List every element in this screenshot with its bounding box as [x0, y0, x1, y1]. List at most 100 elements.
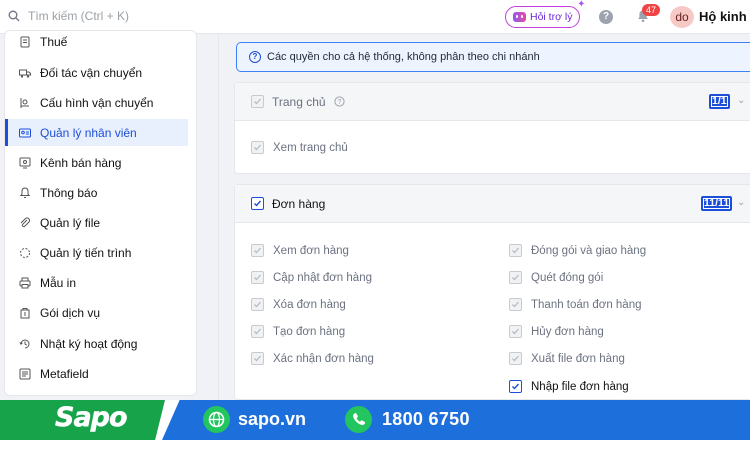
- permission-checkbox[interactable]: [509, 380, 522, 393]
- permission-group-home: Trang chủ ? 1/1 ⌄ Xem trang chủ: [234, 82, 750, 174]
- info-banner-text: Các quyền cho cả hệ thống, không phân th…: [267, 51, 540, 63]
- permission-label: Xuất file đơn hàng: [531, 352, 625, 365]
- permission-label: Xem đơn hàng: [273, 244, 349, 257]
- history-icon: [19, 338, 31, 350]
- permission-label: Nhập file đơn hàng: [531, 380, 629, 393]
- storefront-icon: [19, 157, 31, 169]
- sidebar-item-file-management[interactable]: Quản lý file: [5, 209, 188, 236]
- package-icon: [19, 307, 31, 319]
- sidebar-item-shipping-config[interactable]: Cấu hình vận chuyển: [5, 89, 188, 116]
- brand-footer-banner: Sapo sapo.vn 1800 6750: [0, 400, 750, 450]
- question-circle-icon: ?: [333, 96, 345, 107]
- phone-icon: [345, 406, 372, 433]
- permission-checkbox[interactable]: [509, 325, 522, 338]
- notification-count-badge: 47: [642, 4, 661, 16]
- permission-group-header[interactable]: Đơn hàng 11/11 ⌄: [235, 185, 750, 223]
- help-icon[interactable]: ?: [599, 10, 613, 24]
- permission-checkbox[interactable]: [509, 271, 522, 284]
- svg-text:?: ?: [337, 99, 341, 106]
- user-name[interactable]: Hộ kinh d: [699, 9, 750, 24]
- permission-group-orders: Đơn hàng 11/11 ⌄ Xem đơn hàng Cập nhật đ…: [234, 184, 750, 400]
- permission-item[interactable]: Xóa đơn hàng: [251, 298, 346, 311]
- permission-item[interactable]: Thanh toán đơn hàng: [509, 298, 642, 311]
- spinner-icon: [19, 247, 31, 259]
- permission-count-badge: 11/11: [701, 196, 733, 211]
- sidebar-item-label: Gói dịch vụ: [40, 305, 101, 320]
- permission-label: Hủy đơn hàng: [531, 325, 604, 338]
- sidebar-item-tax[interactable]: Thuế: [5, 31, 188, 55]
- permission-label: Xác nhận đơn hàng: [273, 352, 374, 365]
- permission-checkbox[interactable]: [251, 141, 264, 154]
- question-circle-icon: ?: [249, 51, 261, 63]
- sidebar-item-activity-log[interactable]: Nhật ký hoạt động: [5, 330, 188, 357]
- permission-item[interactable]: Xem đơn hàng: [251, 244, 349, 257]
- permission-item[interactable]: Đóng gói và giao hàng: [509, 244, 646, 257]
- permission-label: Xóa đơn hàng: [273, 298, 346, 311]
- search-icon: [8, 10, 20, 22]
- sidebar-item-label: Đối tác vận chuyển: [40, 65, 143, 80]
- permission-item[interactable]: Xác nhận đơn hàng: [251, 352, 374, 365]
- permission-group-header[interactable]: Trang chủ ? 1/1 ⌄: [235, 83, 750, 121]
- chevron-down-icon[interactable]: ⌄: [737, 95, 745, 106]
- permission-item[interactable]: Cập nhật đơn hàng: [251, 271, 372, 284]
- sapo-logo: Sapo: [55, 402, 128, 434]
- printer-icon: [19, 277, 31, 289]
- sidebar-item-label: Quản lý file: [40, 215, 101, 230]
- permission-checkbox[interactable]: [509, 298, 522, 311]
- truck-icon: [19, 67, 31, 79]
- ai-assistant-label: Hỏi trợ lý: [530, 11, 573, 23]
- permission-count-badge: 1/1: [709, 94, 730, 109]
- permission-group-title: Trang chủ: [272, 94, 326, 109]
- permission-group-title: Đơn hàng: [272, 196, 326, 211]
- permission-label: Cập nhật đơn hàng: [273, 271, 372, 284]
- sidebar-item-label: Mẫu in: [40, 275, 77, 290]
- sidebar-item-print-templates[interactable]: Mẫu in: [5, 269, 188, 296]
- settings-sidebar: Thuế Đối tác vận chuyển Cấu hình vận chu…: [4, 30, 197, 396]
- globe-icon: [203, 406, 230, 433]
- permission-item[interactable]: Xuất file đơn hàng: [509, 352, 625, 365]
- sidebar-item-label: Kênh bán hàng: [40, 155, 122, 170]
- bell-icon: [19, 186, 31, 199]
- permission-checkbox[interactable]: [251, 271, 264, 284]
- sidebar-item-staff-management[interactable]: Quản lý nhân viên: [5, 119, 188, 146]
- permission-checkbox[interactable]: [251, 244, 264, 257]
- top-bar: Tìm kiếm (Ctrl + K) Hỏi trợ lý ✦ ? 47 do…: [0, 0, 750, 34]
- sidebar-item-label: Quản lý tiến trình: [40, 245, 132, 260]
- permission-item[interactable]: Hủy đơn hàng: [509, 325, 604, 338]
- chevron-down-icon[interactable]: ⌄: [737, 197, 745, 208]
- avatar[interactable]: do: [670, 6, 694, 28]
- permission-checkbox[interactable]: [509, 244, 522, 257]
- shipping-config-icon: [19, 97, 31, 109]
- sidebar-item-shipping-partners[interactable]: Đối tác vận chuyển: [5, 59, 188, 86]
- group-checkbox[interactable]: [251, 95, 264, 108]
- sidebar-item-label: Metafield: [40, 366, 89, 381]
- sidebar-item-label: Thuế: [40, 34, 68, 49]
- sidebar-item-sales-channels[interactable]: Kênh bán hàng: [5, 149, 188, 176]
- ai-assistant-button[interactable]: Hỏi trợ lý ✦: [505, 0, 585, 28]
- sidebar-item-label: Cấu hình vận chuyển: [40, 95, 154, 110]
- search-placeholder: Tìm kiếm (Ctrl + K): [28, 9, 129, 23]
- sidebar-item-process-management[interactable]: Quản lý tiến trình: [5, 239, 188, 266]
- group-checkbox[interactable]: [251, 197, 264, 210]
- permission-checkbox[interactable]: [251, 352, 264, 365]
- hotline-text: 1800 6750: [382, 409, 470, 429]
- permission-item[interactable]: Tạo đơn hàng: [251, 325, 345, 338]
- list-icon: [19, 368, 31, 380]
- permission-label: Tạo đơn hàng: [273, 325, 346, 338]
- sidebar-item-label: Nhật ký hoạt động: [40, 336, 138, 351]
- robot-icon: [513, 12, 526, 22]
- permission-checkbox[interactable]: [251, 325, 264, 338]
- search-box[interactable]: Tìm kiếm (Ctrl + K): [8, 9, 129, 23]
- sidebar-item-metafield[interactable]: Metafield: [5, 360, 188, 387]
- permission-item[interactable]: Xem trang chủ: [251, 141, 348, 154]
- sparkle-icon: ✦: [577, 0, 586, 10]
- permission-checkbox[interactable]: [509, 352, 522, 365]
- permission-item[interactable]: Quét đóng gói: [509, 271, 603, 284]
- paperclip-icon: [19, 217, 31, 229]
- sidebar-item-service-plans[interactable]: Gói dịch vụ: [5, 299, 188, 326]
- sidebar-item-label: Quản lý nhân viên: [40, 125, 137, 140]
- sidebar-item-notifications[interactable]: Thông báo: [5, 179, 188, 206]
- permission-item[interactable]: Nhập file đơn hàng: [509, 380, 629, 393]
- permission-checkbox[interactable]: [251, 298, 264, 311]
- permission-label: Xem trang chủ: [273, 141, 348, 154]
